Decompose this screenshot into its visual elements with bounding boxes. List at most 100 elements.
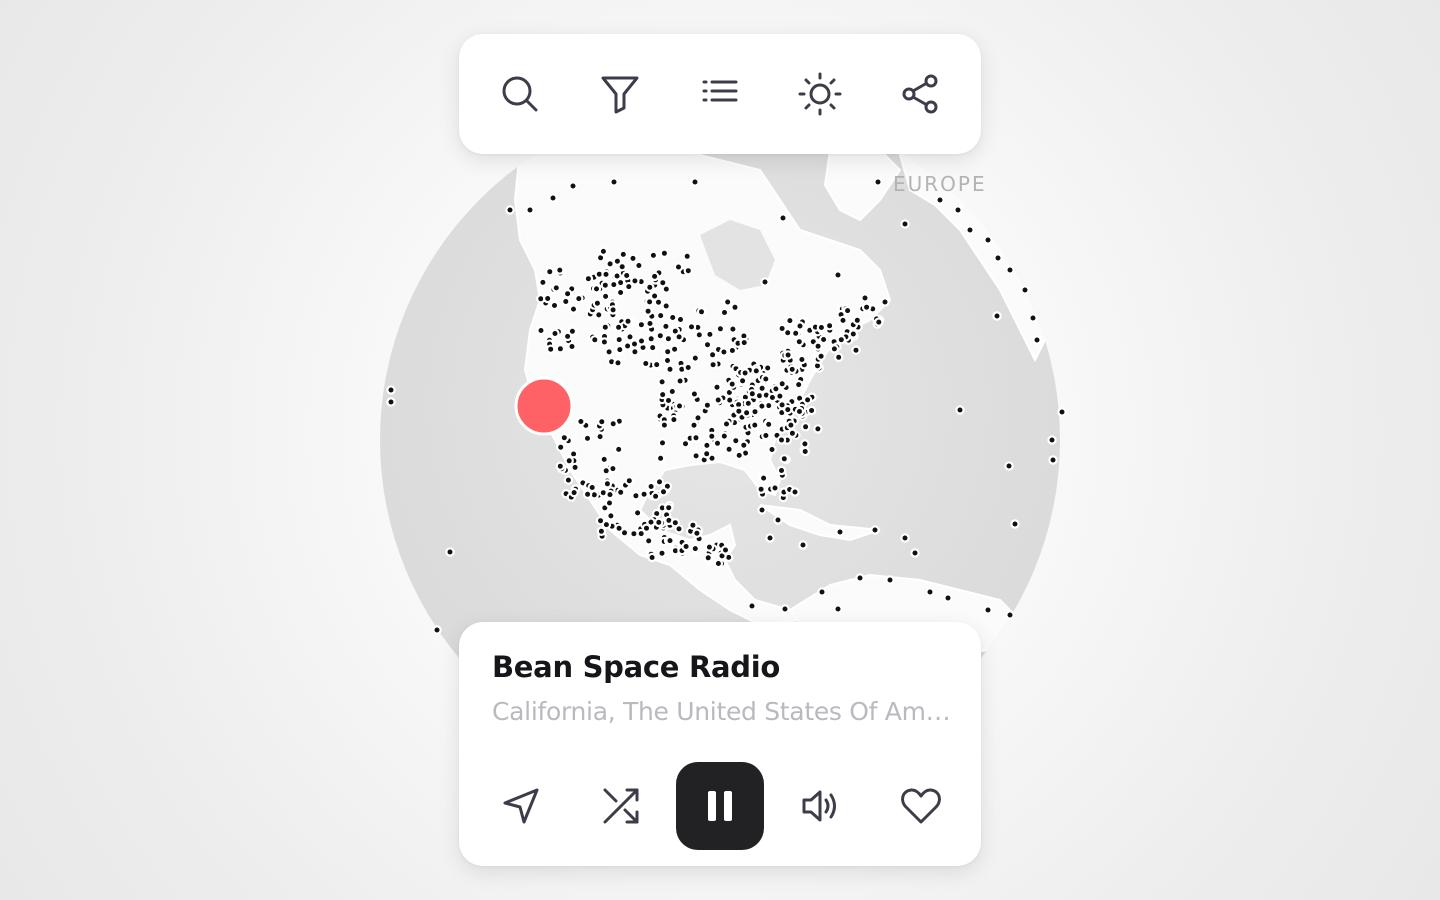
station-dot[interactable] <box>657 548 667 558</box>
station-dot[interactable] <box>703 553 713 563</box>
station-dot[interactable] <box>1032 335 1042 345</box>
station-dot[interactable] <box>683 266 694 276</box>
station-dot[interactable] <box>688 520 698 530</box>
station-dot[interactable] <box>1028 313 1038 323</box>
station-dot[interactable] <box>734 450 744 461</box>
station-dot[interactable] <box>661 301 671 311</box>
station-dot[interactable] <box>536 325 546 336</box>
station-dot[interactable] <box>657 438 668 448</box>
station-dot[interactable] <box>614 444 624 455</box>
station-dot[interactable] <box>590 335 600 345</box>
station-dot[interactable] <box>775 391 785 401</box>
station-dot[interactable] <box>833 604 843 614</box>
station-dot[interactable] <box>659 420 670 430</box>
station-dot[interactable] <box>787 364 797 375</box>
station-dot[interactable] <box>900 533 910 543</box>
station-dot[interactable] <box>625 332 635 342</box>
station-dot[interactable] <box>525 205 535 215</box>
station-dot[interactable] <box>569 487 579 498</box>
station-dot[interactable] <box>574 293 584 304</box>
share-button[interactable] <box>896 70 944 118</box>
station-dot[interactable] <box>719 431 730 441</box>
search-button[interactable] <box>496 70 544 118</box>
station-dot[interactable] <box>630 347 640 357</box>
station-dot[interactable] <box>713 558 724 569</box>
station-dot[interactable] <box>728 324 738 334</box>
station-dot[interactable] <box>600 280 611 290</box>
station-dot[interactable] <box>644 297 655 307</box>
station-dot[interactable] <box>780 604 790 614</box>
station-dot[interactable] <box>386 397 396 407</box>
station-dot[interactable] <box>555 265 565 275</box>
station-dot[interactable] <box>639 489 649 499</box>
station-dot[interactable] <box>597 417 607 427</box>
station-dot[interactable] <box>562 289 573 299</box>
station-dot[interactable] <box>601 269 611 280</box>
station-dot[interactable] <box>674 401 685 411</box>
station-dot[interactable] <box>657 377 667 387</box>
station-dot[interactable] <box>818 334 829 345</box>
station-dot[interactable] <box>983 235 993 245</box>
station-dot[interactable] <box>600 322 611 332</box>
station-dot[interactable] <box>692 528 702 538</box>
station-dot[interactable] <box>645 282 655 292</box>
station-dot[interactable] <box>596 526 607 537</box>
station-dot[interactable] <box>705 329 715 340</box>
station-dot[interactable] <box>568 304 579 314</box>
station-dot[interactable] <box>386 385 396 395</box>
station-dot[interactable] <box>767 392 778 403</box>
station-dot[interactable] <box>656 310 666 321</box>
station-dot[interactable] <box>800 422 811 432</box>
station-dot[interactable] <box>549 300 560 311</box>
station-dot[interactable] <box>686 322 697 332</box>
station-dot[interactable] <box>538 277 548 288</box>
station-dot[interactable] <box>874 317 884 327</box>
station-dot[interactable] <box>723 297 733 307</box>
station-dot[interactable] <box>681 541 691 552</box>
station-dot[interactable] <box>702 340 713 350</box>
station-dot[interactable] <box>546 344 556 354</box>
station-dot[interactable] <box>797 354 807 365</box>
station-dot[interactable] <box>750 420 760 430</box>
station-dot[interactable] <box>794 406 805 417</box>
shuffle-button[interactable] <box>577 762 665 850</box>
station-dot[interactable] <box>761 374 771 384</box>
brightness-button[interactable] <box>796 70 844 118</box>
station-dot[interactable] <box>741 408 752 418</box>
station-dot[interactable] <box>551 283 562 293</box>
station-dot[interactable] <box>658 278 668 288</box>
station-dot[interactable] <box>816 351 826 361</box>
station-dot[interactable] <box>628 253 638 264</box>
station-dot[interactable] <box>696 307 707 317</box>
station-dot[interactable] <box>693 413 703 423</box>
station-dot[interactable] <box>813 424 823 434</box>
station-dot[interactable] <box>661 321 671 332</box>
station-dot[interactable] <box>675 314 686 325</box>
station-dot[interactable] <box>800 446 810 457</box>
station-dot[interactable] <box>645 318 655 329</box>
station-dot[interactable] <box>652 359 662 370</box>
station-dot[interactable] <box>643 306 653 316</box>
station-dot[interactable] <box>817 587 827 597</box>
station-dot[interactable] <box>646 334 656 344</box>
station-dot[interactable] <box>675 376 685 386</box>
station-dot[interactable] <box>616 487 626 497</box>
station-dot[interactable] <box>623 316 633 326</box>
station-dot[interactable] <box>601 466 611 476</box>
station-dot[interactable] <box>935 195 945 205</box>
station-dot[interactable] <box>758 473 769 483</box>
station-dot[interactable] <box>614 523 624 534</box>
station-dot[interactable] <box>582 433 593 444</box>
station-dot[interactable] <box>943 593 953 603</box>
station-dot[interactable] <box>669 344 680 354</box>
station-dot[interactable] <box>794 337 805 347</box>
station-dot[interactable] <box>646 481 656 492</box>
station-dot[interactable] <box>764 419 774 430</box>
station-dot[interactable] <box>713 395 723 405</box>
station-dot[interactable] <box>747 601 757 611</box>
station-dot[interactable] <box>650 491 661 501</box>
station-dot[interactable] <box>568 181 578 191</box>
station-dot[interactable] <box>583 274 594 284</box>
station-dot[interactable] <box>432 625 442 635</box>
station-dot[interactable] <box>712 438 723 448</box>
